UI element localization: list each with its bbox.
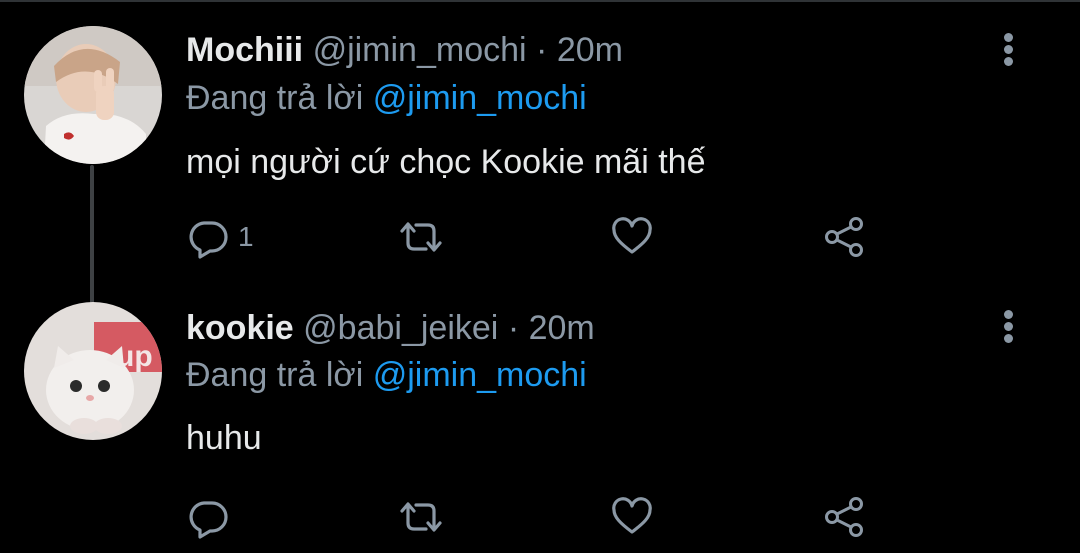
separator-dot: · <box>536 31 548 69</box>
like-button[interactable] <box>610 215 654 259</box>
heart-icon <box>612 497 652 534</box>
separator-dot: · <box>507 309 520 347</box>
like-button[interactable] <box>610 495 654 539</box>
replying-to-label: Đang trả lời <box>186 356 364 394</box>
tweet-1[interactable]: Mochiii @jimin_mochi · 20m Đang trả lời … <box>0 0 1080 285</box>
avatar-photo-icon <box>24 26 162 164</box>
timestamp[interactable]: 20m <box>557 31 623 69</box>
more-options-button[interactable] <box>996 30 1022 70</box>
more-vertical-icon <box>1004 33 1013 42</box>
avatar[interactable] <box>24 26 162 164</box>
tweet-text: huhu <box>186 419 262 457</box>
share-icon <box>825 497 863 537</box>
mention-link[interactable]: @jimin_mochi <box>373 356 587 394</box>
user-handle[interactable]: @babi_jeikei <box>303 309 498 347</box>
share-icon <box>825 217 863 257</box>
retweet-icon <box>400 222 442 252</box>
tweet-2[interactable]: up kookie @babi_jeikei · 20m Đang trả lờ… <box>0 285 1080 553</box>
retweet-icon <box>400 502 442 532</box>
tweet-text: mọi người cứ chọc Kookie mãi thế <box>186 143 706 181</box>
reply-bubble-icon <box>189 501 228 539</box>
share-button[interactable] <box>822 215 866 259</box>
retweet-button[interactable] <box>396 495 446 539</box>
replying-to: Đang trả lời @jimin_mochi <box>186 78 587 118</box>
avatar[interactable]: up <box>24 302 162 440</box>
share-button[interactable] <box>822 495 866 539</box>
tweet-header: kookie @babi_jeikei · 20m <box>186 308 595 348</box>
replying-to: Đang trả lời @jimin_mochi <box>186 355 587 395</box>
user-handle[interactable]: @jimin_mochi <box>313 31 527 69</box>
display-name[interactable]: Mochiii <box>186 31 303 69</box>
more-vertical-icon <box>1004 310 1013 319</box>
reply-button[interactable] <box>186 495 238 539</box>
retweet-button[interactable] <box>396 215 446 259</box>
reply-button[interactable]: 1 <box>186 215 254 259</box>
timestamp[interactable]: 20m <box>529 309 595 347</box>
more-options-button[interactable] <box>996 307 1022 347</box>
kitten-avatar-photo-icon: up <box>24 302 162 440</box>
reply-bubble-icon <box>189 221 228 259</box>
display-name[interactable]: kookie <box>186 309 294 347</box>
tweet-header: Mochiii @jimin_mochi · 20m <box>186 30 623 70</box>
replying-to-label: Đang trả lời <box>186 79 364 117</box>
mention-link[interactable]: @jimin_mochi <box>373 79 587 117</box>
reply-count: 1 <box>238 221 254 252</box>
heart-icon <box>612 217 652 254</box>
